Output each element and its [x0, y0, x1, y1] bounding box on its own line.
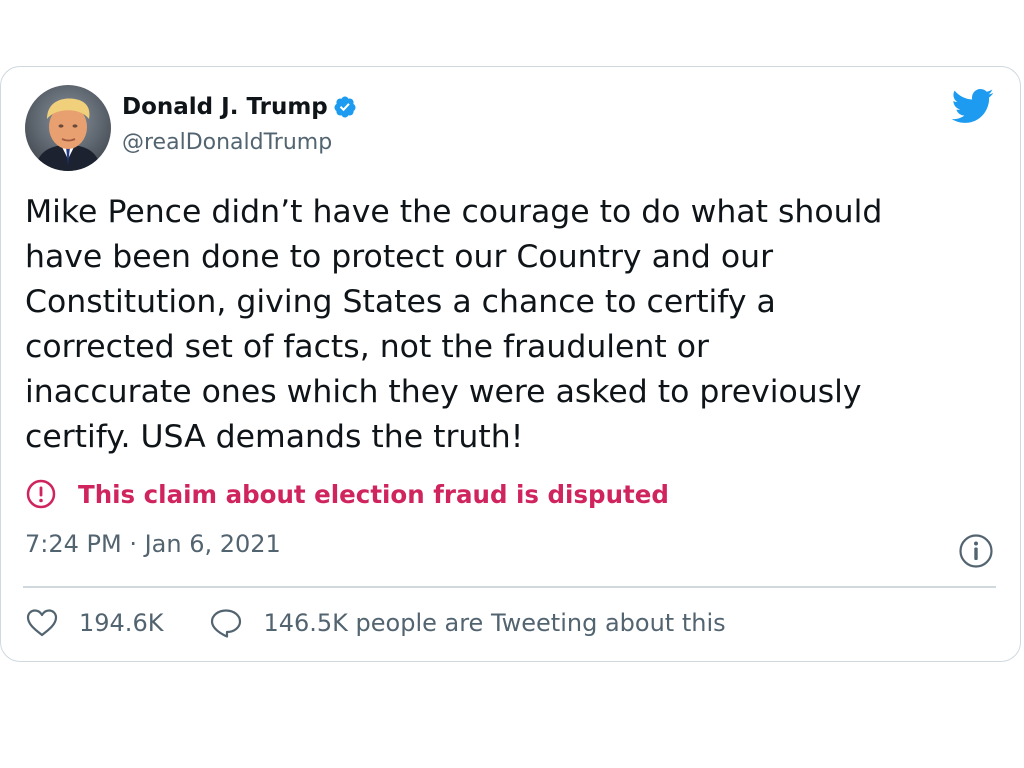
disputed-claim-text[interactable]: This claim about election fraud is dispu… [78, 480, 669, 509]
tweet-timestamp[interactable]: 7:24 PM · Jan 6, 2021 [25, 530, 281, 558]
exclamation-circle-icon [26, 479, 56, 509]
author-handle[interactable]: @realDonaldTrump [122, 130, 332, 155]
verified-badge-icon [334, 96, 356, 118]
disputed-claim-notice[interactable]: This claim about election fraud is dispu… [25, 478, 669, 510]
tweet-stats: 194.6K 146.5K people are Tweeting about … [25, 607, 726, 639]
tweet-text: Mike Pence didn’t have the courage to do… [25, 194, 883, 455]
like-count: 194.6K [79, 609, 164, 637]
author-name-row[interactable]: Donald J. Trump [122, 94, 357, 120]
avatar[interactable] [25, 85, 111, 171]
tweeting-count-text: 146.5K people are Tweeting about this [263, 609, 726, 637]
heart-icon[interactable] [25, 607, 59, 639]
info-icon[interactable] [958, 533, 994, 569]
divider [23, 586, 996, 588]
author-name[interactable]: Donald J. Trump [122, 94, 328, 120]
avatar-image [25, 85, 111, 171]
like-stat[interactable]: 194.6K [25, 607, 163, 639]
tweeting-stat[interactable]: 146.5K people are Tweeting about this [209, 607, 726, 639]
tweet-card[interactable]: Donald J. Trump @realDonaldTrump Mike Pe… [0, 66, 1021, 662]
twitter-bird-icon[interactable] [950, 87, 994, 125]
speech-bubble-icon[interactable] [209, 607, 243, 639]
